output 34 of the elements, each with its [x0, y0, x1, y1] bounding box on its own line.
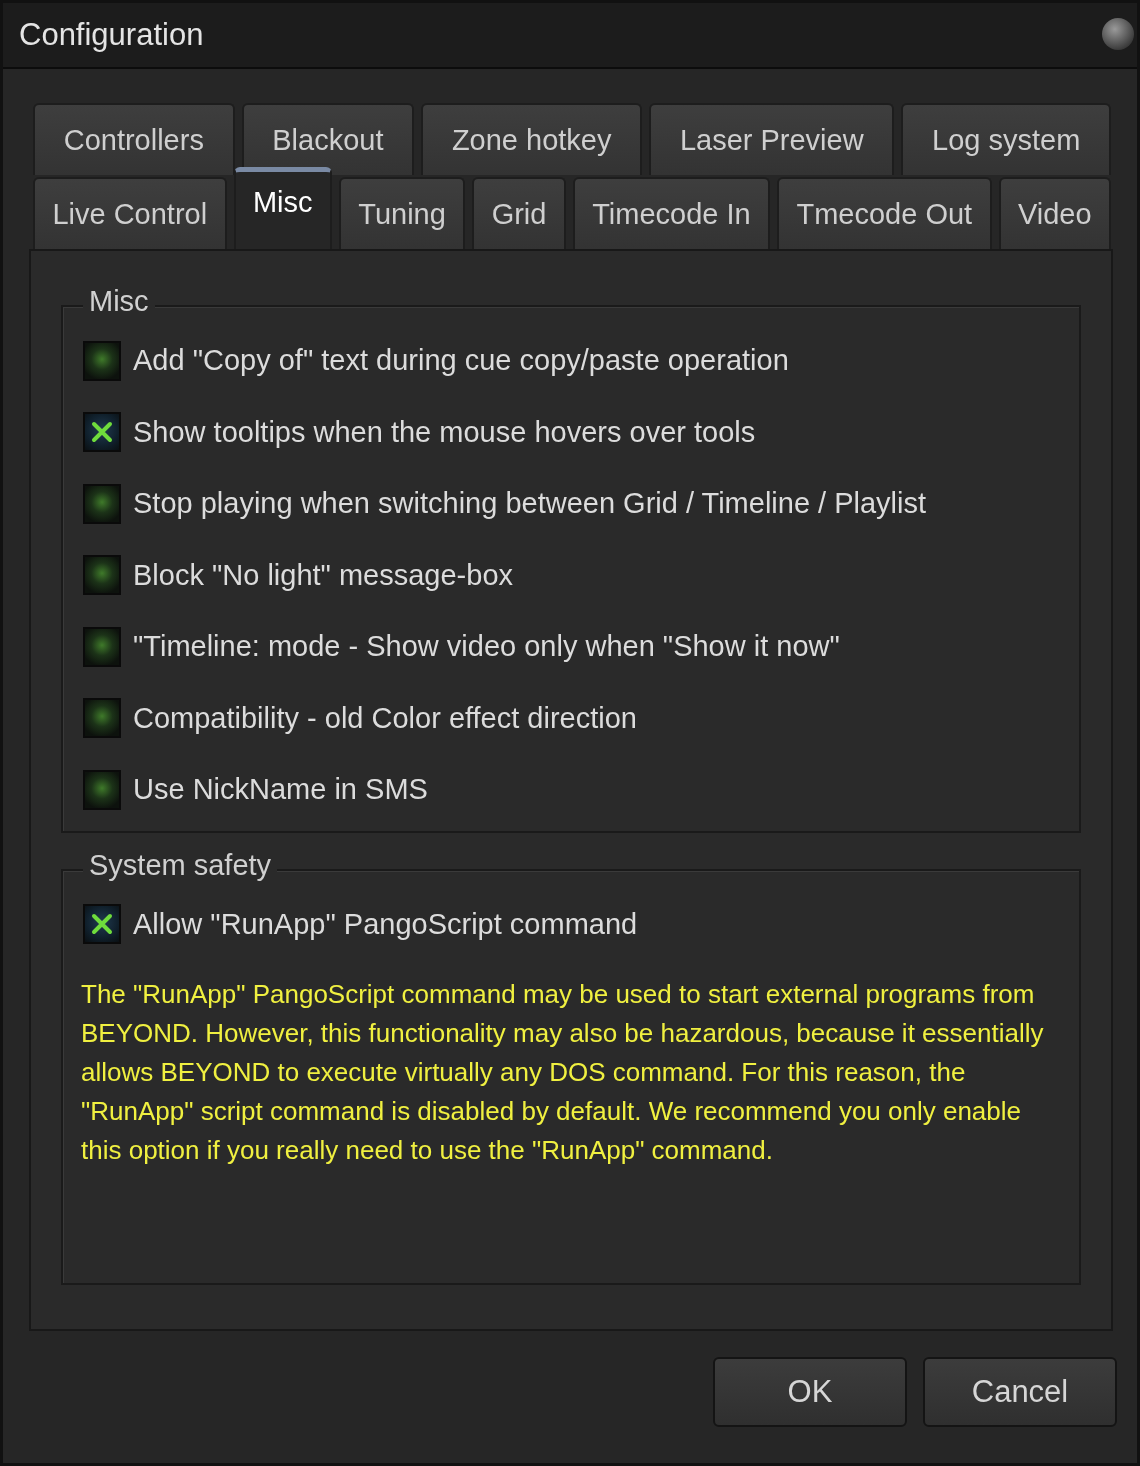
tab[interactable]: Timecode In	[572, 177, 771, 249]
tab[interactable]: Grid	[472, 177, 566, 249]
tab[interactable]: Misc	[233, 167, 332, 249]
dialog-button[interactable]: OK	[713, 1357, 907, 1427]
checkbox[interactable]	[83, 412, 121, 453]
orb-icon[interactable]	[1101, 17, 1135, 51]
tab[interactable]: Zone hotkey	[421, 103, 643, 175]
checkbox[interactable]	[83, 626, 121, 667]
dialog-button[interactable]: Cancel	[923, 1357, 1117, 1427]
tab[interactable]: Blackout	[241, 103, 415, 175]
tab[interactable]: Controllers	[33, 103, 235, 175]
checkbox[interactable]	[83, 340, 121, 381]
option-label: Show tooltips when the mouse hovers over tools	[133, 415, 756, 449]
checkbox[interactable]	[83, 555, 121, 596]
window-title: Configuration	[19, 17, 204, 53]
tab[interactable]: Tuning	[338, 177, 466, 249]
tab[interactable]: Log system	[901, 103, 1111, 175]
option-label: Stop playing when switching between Grid / Timeline / Playlist	[133, 487, 927, 521]
tab[interactable]: Live Control	[33, 177, 227, 249]
checkbox[interactable]	[83, 769, 121, 810]
warning-text: The "RunApp" PangoScript command may be used to start external programs from BEYOND. However, this functionality may also be hazardous, because it essentially allows BEYOND to execute virtually any DOS command. For this reason, the "RunApp" script command is disabled by default. We recommend you only enable this option if you really need to use the "RunApp" command.	[81, 978, 1045, 1167]
checkbox[interactable]	[83, 698, 121, 739]
option-label: Allow "RunApp" PangoScript command	[133, 907, 638, 941]
cross-icon	[89, 911, 115, 937]
tab[interactable]: Tmecode Out	[777, 177, 992, 249]
option-label: Compatibility - old Color effect direction	[133, 701, 637, 735]
option-label: "Timeline: mode - Show video only when "Show it now"	[133, 630, 840, 664]
tab[interactable]: Laser Preview	[649, 103, 895, 175]
tab[interactable]: Video	[998, 177, 1111, 249]
option-label: Block "No light" message-box	[133, 558, 514, 592]
option-label: Add "Copy of" text during cue copy/paste operation	[133, 344, 789, 378]
checkbox[interactable]	[83, 904, 121, 944]
checkbox[interactable]	[83, 483, 121, 524]
option-label: Use NickName in SMS	[133, 773, 428, 807]
